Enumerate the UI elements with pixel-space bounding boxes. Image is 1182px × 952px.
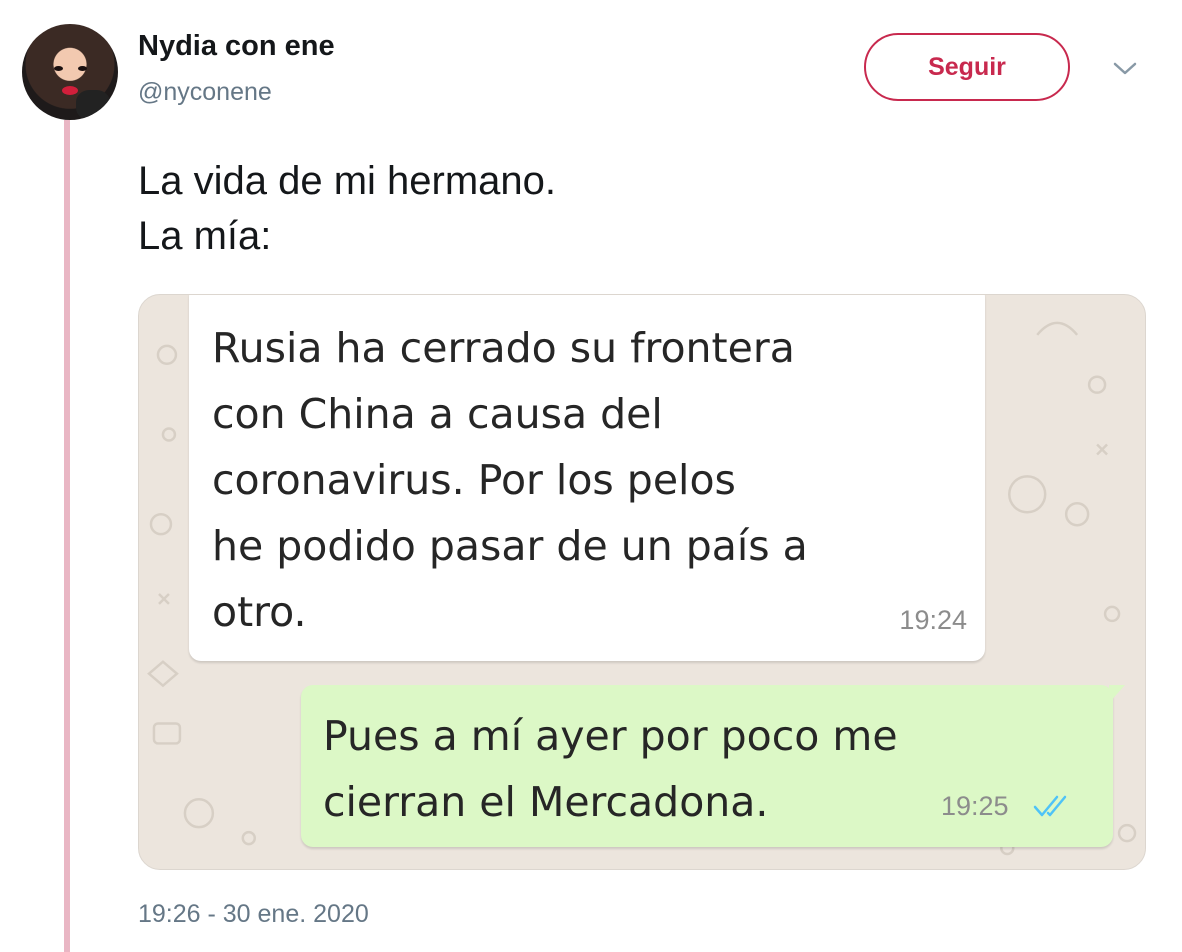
- outgoing-message-time: 19:25: [941, 791, 1009, 821]
- tweet-timestamp[interactable]: 19:26 - 30 ene. 2020: [138, 900, 369, 929]
- incoming-message-time: 19:24: [899, 605, 967, 635]
- thread-line: [64, 120, 70, 952]
- bubble-tail: [1109, 685, 1125, 703]
- message-line: Rusia ha cerrado su frontera: [212, 324, 795, 372]
- outgoing-message-text: Pues a mí ayer por poco me cierran el Me…: [323, 703, 898, 835]
- double-check-icon: [1033, 795, 1067, 817]
- tweet-media-image[interactable]: Rusia ha cerrado su frontera con China a…: [138, 294, 1146, 870]
- message-line: cierran el Mercadona.: [323, 778, 769, 826]
- tweet-text-line: La mía:: [138, 214, 272, 258]
- chevron-down-icon[interactable]: [1112, 60, 1138, 78]
- author-handle[interactable]: @nyconene: [138, 78, 272, 107]
- follow-button[interactable]: Seguir: [864, 33, 1070, 101]
- avatar-eye: [54, 66, 63, 71]
- message-line: he podido pasar de un país a: [212, 522, 808, 570]
- tweet-text: La vida de mi hermano. La mía:: [138, 154, 556, 264]
- outgoing-message-bubble: Pues a mí ayer por poco me cierran el Me…: [301, 685, 1125, 847]
- avatar-hand: [76, 90, 110, 120]
- author-name[interactable]: Nydia con ene: [138, 30, 335, 63]
- avatar-eye: [78, 66, 87, 71]
- tweet-text-line: La vida de mi hermano.: [138, 159, 557, 203]
- avatar[interactable]: [22, 24, 118, 120]
- avatar-lips: [62, 86, 78, 95]
- incoming-message-text: Rusia ha cerrado su frontera con China a…: [212, 315, 808, 645]
- message-line: con China a causa del: [212, 390, 663, 438]
- message-line: Pues a mí ayer por poco me: [323, 712, 898, 760]
- message-line: coronavirus. Por los pelos: [212, 456, 736, 504]
- incoming-message-bubble: Rusia ha cerrado su frontera con China a…: [189, 295, 985, 661]
- message-line: otro.: [212, 588, 307, 636]
